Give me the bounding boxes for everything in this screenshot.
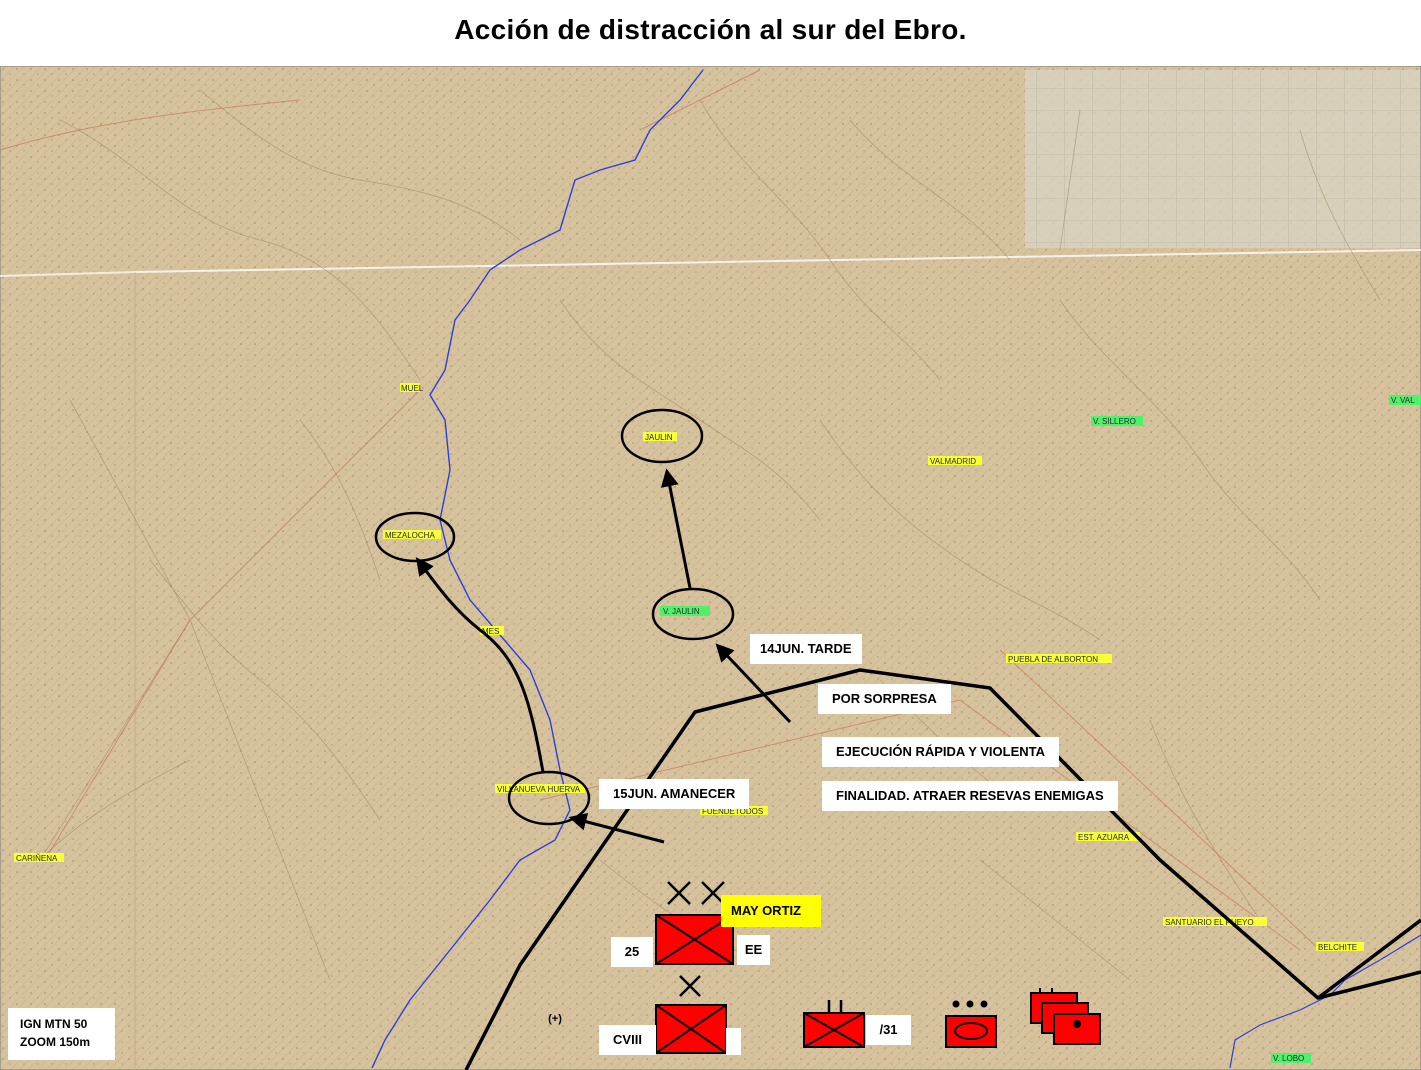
place-v-sillero: V. SILLERO xyxy=(1093,417,1136,426)
place-jaulin: JAULIN xyxy=(645,433,673,442)
label-15jun-amanecer: 15JUN. AMANECER xyxy=(599,779,750,809)
place-belchite: BELCHITE xyxy=(1318,943,1357,952)
label-ejecucion: EJECUCIÓN RÁPIDA Y VIOLENTA xyxy=(822,737,1059,767)
place-puebla-de-alborton: PUEBLA DE ALBORTON xyxy=(1008,655,1098,664)
place-v-lobo: V. LOBO xyxy=(1273,1054,1304,1063)
place-v-val: V. VAL xyxy=(1391,396,1415,405)
label-14jun-tarde: 14JUN. TARDE xyxy=(750,634,862,664)
place-muel: MUEL xyxy=(401,384,424,393)
place-mezalocha: MEZALOCHA xyxy=(385,531,435,540)
unit-label-25: 25 xyxy=(611,937,653,967)
map-source-line1: IGN MTN 50 xyxy=(20,1017,88,1031)
place-est-azuara: EST. AZUARA xyxy=(1078,833,1130,842)
place-valmadrid: VALMADRID xyxy=(930,457,976,466)
armored-echelon-dots xyxy=(952,1000,988,1008)
label-finalidad: FINALIDAD. ATRAER RESEVAS ENEMIGAS xyxy=(822,781,1118,811)
unit-label-31: /31 xyxy=(866,1015,911,1045)
page-title: Acción de distracción al sur del Ebro. xyxy=(454,14,967,45)
unit-label-ee: EE xyxy=(737,935,770,965)
map-source-box: IGN MTN 50 ZOOM 150m xyxy=(8,1008,115,1060)
unit-label-cviii-pad xyxy=(726,1028,741,1055)
unit-label-cviii: CVIII xyxy=(599,1025,656,1055)
place-santuario-el-pueyo: SANTUARIO EL PUEYO xyxy=(1165,918,1254,927)
map-source-line2: ZOOM 150m xyxy=(20,1035,91,1049)
map[interactable]: MUEL JAULIN VALMADRID V. SILLERO V. VAL … xyxy=(0,66,1421,1070)
label-may-ortiz: MAY ORTIZ xyxy=(721,895,821,927)
unit-label-reinforced: (+) xyxy=(548,1013,562,1025)
label-por-sorpresa: POR SORPRESA xyxy=(818,684,951,714)
place-carinena: CARIÑENA xyxy=(16,854,58,863)
place-v-jaulin: V. JAULIN xyxy=(663,607,700,616)
